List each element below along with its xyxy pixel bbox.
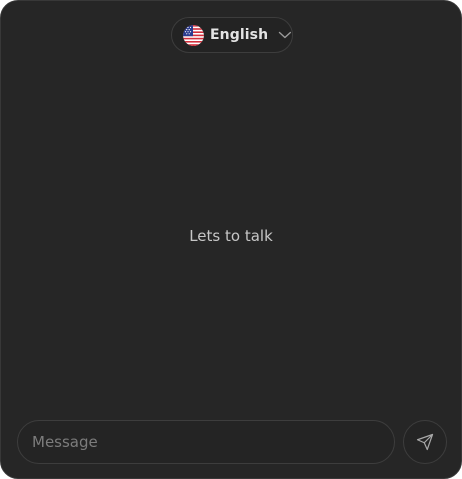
message-input[interactable] [17, 420, 395, 464]
send-button[interactable] [403, 420, 447, 464]
empty-chat-message: Lets to talk [189, 227, 273, 245]
language-selector[interactable]: English [171, 17, 293, 53]
language-label: English [210, 27, 269, 43]
send-icon [416, 433, 434, 451]
chat-panel: English Lets to talk [0, 0, 462, 479]
chevron-down-icon [278, 31, 292, 39]
us-flag-icon [183, 24, 204, 46]
